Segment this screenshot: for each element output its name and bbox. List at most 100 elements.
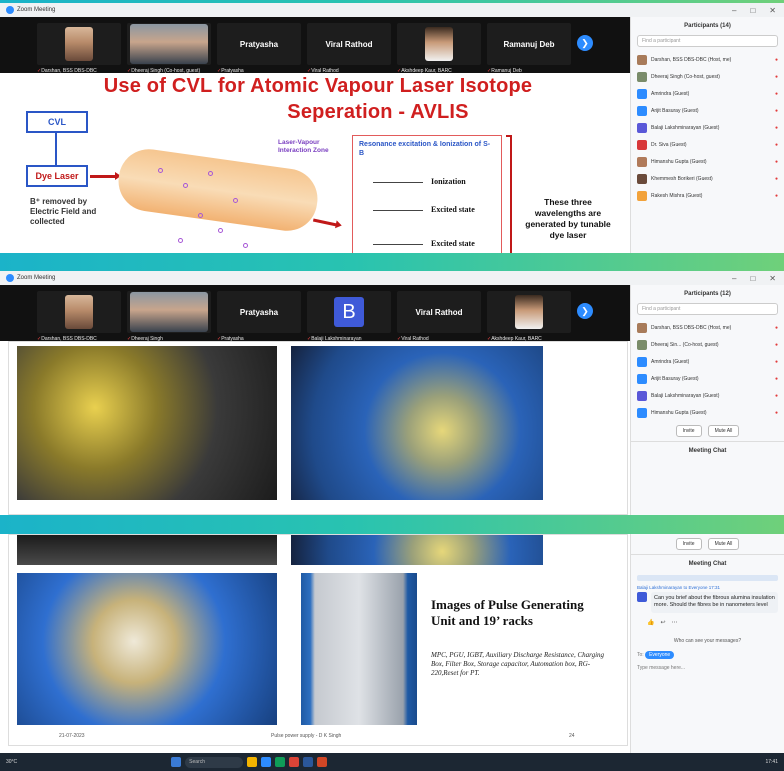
- title-bar: Zoom Meeting – □ ✕: [0, 3, 784, 17]
- brace: [506, 135, 512, 253]
- word-icon[interactable]: [303, 757, 314, 767]
- video-tile[interactable]: Dheeraj Singh (Co-host, guest): [127, 23, 211, 74]
- powerpoint-icon[interactable]: [317, 757, 328, 767]
- participant-name: Dheeraj Sin... (Co-host, guest): [651, 341, 719, 348]
- participant-name: Arijit Basuray (Guest): [651, 375, 699, 382]
- video-tile[interactable]: Dheeraj Singh: [127, 291, 211, 342]
- participant-row[interactable]: Darshan, BSS DBS-DBC (Host, me) ●: [631, 51, 784, 68]
- zoom-icon: [6, 6, 14, 14]
- slide-title-line2: Seperation - AVLIS: [287, 101, 469, 123]
- particle: [233, 198, 238, 203]
- maximize-icon[interactable]: □: [750, 6, 755, 15]
- participant-row[interactable]: Darshan, BSS DBS-DBC (Host, me) ●: [631, 319, 784, 336]
- invite-button[interactable]: Invite: [675, 425, 702, 437]
- clock[interactable]: 17:41: [765, 759, 778, 765]
- video-tile[interactable]: Darshan, BSS DBS-DBC: [37, 291, 121, 342]
- video-tile[interactable]: PratyashaPratyasha: [217, 291, 301, 342]
- chat-recipient: To: Everyone: [631, 648, 784, 662]
- zoom-taskbar-icon[interactable]: [261, 757, 272, 767]
- thumbs-up-icon[interactable]: 👍: [647, 619, 654, 626]
- reply-icon[interactable]: ↩: [660, 619, 665, 626]
- file-explorer-icon[interactable]: [247, 757, 258, 767]
- video-tile[interactable]: PratyashaPratyasha: [217, 23, 301, 74]
- tile-name: Ramanuj Deb: [503, 39, 555, 49]
- participant-row[interactable]: Amrindra (Guest) ●: [631, 353, 784, 370]
- mic-muted-icon: ●: [774, 141, 778, 148]
- photo-pgu-open: [17, 573, 277, 725]
- participant-row[interactable]: Himanshu Gupta (Guest) ●: [631, 404, 784, 421]
- minimize-icon[interactable]: –: [732, 6, 736, 15]
- participant-name: Amrindra (Guest): [651, 358, 690, 365]
- participant-search-input[interactable]: Find a participant: [637, 35, 778, 47]
- participant-name: Rakesh Mishra (Guest): [651, 192, 703, 199]
- video-tile[interactable]: Ramanuj DebRamanuj Deb: [487, 23, 571, 74]
- next-page-icon[interactable]: ❯: [577, 303, 593, 319]
- chat-panel: Invite Mute All Meeting Chat Balaji Laks…: [630, 534, 784, 771]
- chrome-icon[interactable]: [275, 757, 286, 767]
- participant-row[interactable]: Amrindra (Guest) ●: [631, 85, 784, 102]
- participant-row[interactable]: Khemmesh Borikeri (Guest) ●: [631, 170, 784, 187]
- video-strip: Darshan, BSS DBS-DBC Dheeraj Singh (Co-h…: [0, 17, 630, 74]
- video-tile[interactable]: Darshan, BSS DBS-DBC: [37, 23, 121, 74]
- start-icon[interactable]: [171, 757, 182, 767]
- to-label: To:: [637, 651, 644, 658]
- acrobat-icon[interactable]: [289, 757, 300, 767]
- participant-row[interactable]: Dheeraj Singh (Co-host, guest) ●: [631, 68, 784, 85]
- avatar: [637, 322, 647, 333]
- video-tile[interactable]: Akshdeep Kaur, BARC: [397, 23, 481, 74]
- participant-name: Dheeraj Singh (Co-host, guest): [651, 73, 720, 80]
- participant-row[interactable]: Dheeraj Sin... (Co-host, guest) ●: [631, 336, 784, 353]
- shared-slide-photos: [8, 341, 628, 515]
- participant-video: [65, 27, 93, 61]
- zoom-window-3: Images of Pulse Generating Unit and 19’ …: [0, 534, 784, 771]
- participant-search-input[interactable]: Find a participant: [637, 303, 778, 315]
- chat-scroll-area[interactable]: [637, 575, 778, 581]
- mic-muted-icon: ●: [774, 107, 778, 114]
- particle: [178, 238, 183, 243]
- recipient-select[interactable]: Everyone: [645, 650, 675, 659]
- weather-widget[interactable]: 30°C: [6, 759, 17, 765]
- next-page-icon[interactable]: ❯: [577, 35, 593, 51]
- avatar: [637, 173, 647, 184]
- avatar: [637, 139, 647, 150]
- energy-title: Resonance excitation & Ionization of S-B: [359, 141, 491, 158]
- participant-row[interactable]: Dr. Siva (Guest) ●: [631, 136, 784, 153]
- participant-row[interactable]: Rakesh Mishra (Guest) ●: [631, 187, 784, 204]
- participant-row[interactable]: Balaji Lakshminarayan (Guest) ●: [631, 387, 784, 404]
- close-icon[interactable]: ✕: [769, 274, 776, 283]
- video-tile[interactable]: Akshdeep Kaur, BARC: [487, 291, 571, 342]
- participant-row[interactable]: Arijit Basuray (Guest) ●: [631, 370, 784, 387]
- avatar: [637, 156, 647, 167]
- more-icon[interactable]: ⋯: [672, 619, 678, 626]
- who-can-see-link[interactable]: Who can see your messages?: [631, 630, 784, 648]
- avatar: [637, 373, 647, 384]
- dye-laser-box: Dye Laser: [26, 165, 88, 187]
- level-label: Ionization: [431, 177, 466, 186]
- zoom-window-2: Zoom Meeting – □ ✕ Darshan, BSS DBS-DBC …: [0, 271, 784, 515]
- chat-message-text: Can you brief about the fibrous alumina …: [651, 592, 778, 613]
- minimize-icon[interactable]: –: [732, 274, 736, 283]
- footer-date: 21-07-2023: [59, 733, 85, 739]
- close-icon[interactable]: ✕: [769, 6, 776, 15]
- level-line: [373, 210, 423, 211]
- mute-all-button[interactable]: Mute All: [707, 425, 740, 437]
- mute-all-button[interactable]: Mute All: [707, 538, 740, 550]
- chat-header: Meeting Chat: [631, 441, 784, 460]
- tile-name: Pratyasha: [239, 307, 279, 317]
- taskbar-search[interactable]: Search: [185, 756, 244, 768]
- participant-row[interactable]: Himanshu Gupta (Guest) ●: [631, 153, 784, 170]
- participant-row[interactable]: Arijit Basuray (Guest) ●: [631, 102, 784, 119]
- slide-title-line1: Use of CVL for Atomic Vapour Laser Isoto…: [103, 75, 533, 97]
- avatar: [637, 122, 647, 133]
- participant-name: Amrindra (Guest): [651, 90, 690, 97]
- invite-button[interactable]: Invite: [675, 538, 702, 550]
- vapour-tube: [114, 145, 322, 235]
- video-tile[interactable]: BBalaji Lakshminarayan: [307, 291, 391, 342]
- video-tile[interactable]: Viral RathodViral Rathod: [397, 291, 481, 342]
- participant-row[interactable]: Balaji Lakshminarayan (Guest) ●: [631, 119, 784, 136]
- avatar: [637, 356, 647, 367]
- video-tile[interactable]: Viral RathodViral Rathod: [307, 23, 391, 74]
- message-input[interactable]: Type message here...: [631, 662, 784, 674]
- window-controls: – □ ✕: [732, 6, 784, 15]
- maximize-icon[interactable]: □: [750, 274, 755, 283]
